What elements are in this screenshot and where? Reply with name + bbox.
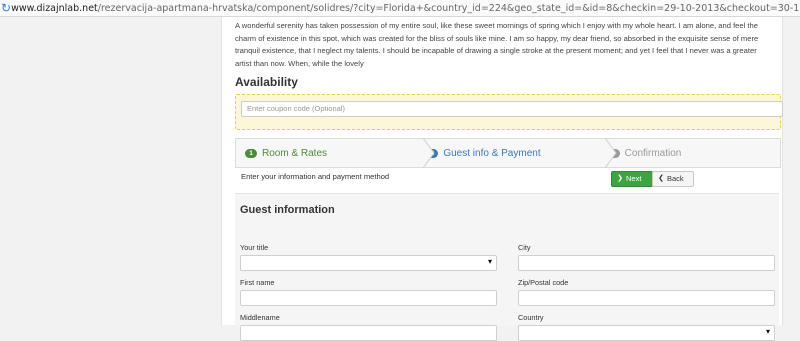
next-button[interactable]: ❯ Next bbox=[611, 171, 653, 187]
title-select[interactable]: ▾ bbox=[240, 255, 497, 271]
chevron-left-icon: ❮ bbox=[658, 175, 664, 182]
reload-icon[interactable]: ↻ bbox=[1, 0, 11, 16]
guest-info-section: Guest information Your title ▾ City Firs… bbox=[235, 193, 779, 341]
availability-heading: Availability bbox=[235, 75, 298, 89]
back-label: Back bbox=[667, 174, 684, 183]
coupon-container bbox=[235, 94, 783, 130]
back-button[interactable]: ❮ Back bbox=[652, 171, 694, 187]
title-label: Your title bbox=[240, 243, 269, 252]
step-guest-payment[interactable]: 2 Guest info & Payment bbox=[417, 138, 617, 168]
city-input[interactable] bbox=[518, 255, 775, 271]
country-select[interactable]: ▾ bbox=[518, 325, 775, 341]
coupon-code-input[interactable] bbox=[241, 101, 783, 117]
middlename-input[interactable] bbox=[240, 325, 497, 341]
browser-address-bar[interactable]: ↻ www.dizajnlab.net/rezervacija-apartman… bbox=[0, 0, 800, 17]
step-label: Room & Rates bbox=[262, 147, 328, 159]
zip-input[interactable] bbox=[518, 290, 775, 306]
step-room-rates[interactable]: 1 Room & Rates bbox=[236, 138, 435, 168]
guest-info-heading: Guest information bbox=[240, 204, 335, 216]
step-confirmation[interactable]: 3 Confirmation bbox=[599, 139, 780, 167]
firstname-input[interactable] bbox=[240, 290, 497, 306]
booking-steps: 1 Room & Rates 2 Guest info & Payment 3 … bbox=[235, 138, 781, 168]
payment-instruction: Enter your information and payment metho… bbox=[241, 172, 390, 181]
step-number-badge: 1 bbox=[245, 148, 257, 158]
city-label: City bbox=[518, 243, 531, 252]
dropdown-caret-icon: ▾ bbox=[487, 257, 492, 266]
country-label: Country bbox=[518, 313, 544, 322]
content-panel: A wonderful serenity has taken possessio… bbox=[221, 17, 783, 341]
middlename-label: Middlename bbox=[240, 313, 280, 322]
intro-paragraph: A wonderful serenity has taken possessio… bbox=[235, 21, 759, 68]
next-label: Next bbox=[626, 174, 642, 183]
address-url[interactable]: www.dizajnlab.net/rezervacija-apartmana-… bbox=[11, 3, 800, 14]
step-label: Confirmation bbox=[624, 147, 682, 159]
url-host: www.dizajnlab.net bbox=[11, 2, 98, 14]
url-path: /rezervacija-apartmana-hrvatska/componen… bbox=[97, 2, 800, 14]
firstname-label: First name bbox=[240, 278, 275, 287]
step-label: Guest info & Payment bbox=[443, 147, 541, 159]
dropdown-caret-icon: ▾ bbox=[765, 327, 770, 336]
chevron-right-icon: ❯ bbox=[617, 175, 623, 182]
zip-label: Zip/Postal code bbox=[518, 278, 569, 287]
